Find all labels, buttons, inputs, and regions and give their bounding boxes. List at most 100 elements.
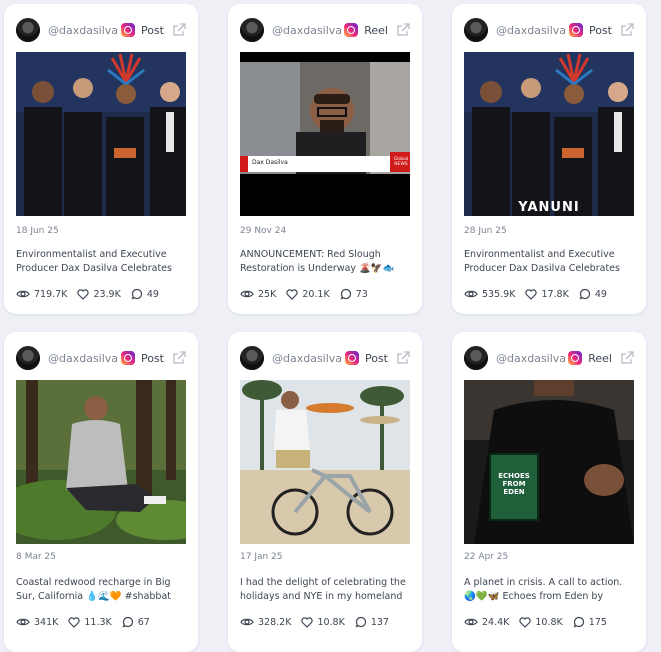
post-image[interactable] — [240, 380, 410, 544]
likes-stat: 10.8K — [519, 616, 563, 628]
card-header: @daxdasilva Reel — [464, 344, 634, 372]
post-date: 17 Jan 25 — [240, 552, 283, 562]
instagram-icon — [344, 23, 359, 37]
external-link-icon[interactable] — [172, 23, 186, 37]
views-count: 328.2K — [258, 616, 292, 628]
views-count: 535.9K — [482, 288, 516, 300]
image-title-overlay: YANUNI — [518, 200, 580, 215]
heart-icon — [301, 616, 314, 628]
external-link-icon[interactable] — [172, 351, 186, 365]
post-type-label: Post — [140, 351, 164, 365]
post-image[interactable] — [16, 380, 186, 544]
post-caption: Environmentalist and Executive Producer … — [16, 249, 172, 274]
card-header: @daxdasilva Post — [240, 344, 410, 372]
post-card[interactable]: @daxdasilva Post — [452, 4, 646, 314]
post-image[interactable] — [16, 52, 186, 216]
heart-icon — [525, 288, 538, 300]
avatar[interactable] — [240, 346, 264, 370]
eye-icon — [240, 618, 254, 626]
account-handle[interactable]: @daxdasilva — [496, 24, 569, 37]
comments-stat: 175 — [573, 616, 607, 628]
post-image[interactable]: YANUNI — [464, 52, 634, 216]
card-header: @daxdasilva Post — [16, 16, 186, 44]
comments-count: 67 — [137, 616, 150, 628]
comments-stat: 49 — [131, 288, 159, 300]
post-stats: 24.4K 10.8K 175 — [464, 616, 617, 628]
post-stats: 719.7K 23.9K 49 — [16, 288, 169, 300]
heart-icon — [77, 288, 90, 300]
card-header: @daxdasilva Post — [16, 344, 186, 372]
news-brand: Global NEWS — [393, 157, 409, 167]
post-caption: I had the delight of celebrating the hol… — [240, 577, 406, 602]
external-link-icon[interactable] — [620, 351, 634, 365]
post-stats: 25K 20.1K 73 — [240, 288, 378, 300]
instagram-icon — [568, 351, 583, 365]
instagram-icon — [568, 23, 583, 37]
external-link-icon[interactable] — [396, 351, 410, 365]
comments-count: 175 — [588, 616, 607, 628]
views-count: 719.7K — [34, 288, 68, 300]
post-caption: ANNOUNCEMENT: Red Slough Restoration is … — [240, 249, 395, 274]
comments-count: 49 — [146, 288, 159, 300]
likes-stat: 17.8K — [525, 288, 569, 300]
comments-stat: 137 — [355, 616, 389, 628]
comment-icon — [579, 288, 590, 300]
account-handle[interactable]: @daxdasilva — [48, 24, 121, 37]
account-handle[interactable]: @daxdasilva — [496, 352, 568, 365]
post-caption: Coastal redwood recharge in Big Sur, Cal… — [16, 577, 171, 602]
likes-stat: 11.3K — [68, 616, 112, 628]
comments-count: 49 — [594, 288, 607, 300]
post-card[interactable]: @daxdasilva Post 17 Jan 25 I had the del… — [228, 332, 422, 652]
heart-icon — [286, 288, 298, 300]
comment-icon — [131, 288, 142, 300]
account-handle[interactable]: @daxdasilva — [272, 352, 345, 365]
post-video[interactable]: ECHOES FROM EDEN — [464, 380, 634, 544]
avatar[interactable] — [240, 18, 264, 42]
post-date: 22 Apr 25 — [464, 552, 509, 562]
avatar[interactable] — [464, 346, 488, 370]
likes-count: 11.3K — [84, 616, 112, 628]
post-card[interactable]: @daxdasilva Reel Dax Dasilva Global NEWS… — [228, 4, 422, 314]
likes-stat: 23.9K — [77, 288, 121, 300]
account-handle[interactable]: @daxdasilva — [48, 352, 121, 365]
post-video[interactable]: Dax Dasilva Global NEWS — [240, 52, 410, 216]
views-count: 25K — [258, 288, 277, 300]
post-stats: 341K 11.3K 67 — [16, 616, 160, 628]
eye-icon — [16, 618, 30, 626]
comments-count: 73 — [355, 288, 368, 300]
eye-icon — [240, 290, 254, 298]
instagram-icon — [344, 351, 359, 365]
heart-icon — [519, 616, 532, 628]
views-stat: 328.2K — [240, 617, 291, 628]
post-type-label: Reel — [364, 23, 388, 37]
views-stat: 535.9K — [464, 289, 515, 300]
comment-icon — [355, 616, 366, 628]
avatar[interactable] — [16, 346, 40, 370]
account-handle[interactable]: @daxdasilva — [272, 24, 344, 37]
avatar[interactable] — [464, 18, 488, 42]
post-caption: A planet in crisis. A call to action. 🌏💚… — [464, 577, 623, 602]
comment-icon — [573, 616, 584, 628]
external-link-icon[interactable] — [396, 23, 410, 37]
post-stats: 328.2K 10.8K 137 — [240, 616, 399, 628]
book-cover-title: ECHOES FROM EDEN — [498, 472, 530, 496]
post-card[interactable]: @daxdasilva Reel ECHOES FROM EDEN 22 Apr… — [452, 332, 646, 652]
post-caption: Environmentalist and Executive Producer … — [464, 249, 620, 274]
views-count: 341K — [34, 616, 59, 628]
avatar[interactable] — [16, 18, 40, 42]
post-date: 8 Mar 25 — [16, 552, 56, 562]
post-date: 28 Jun 25 — [464, 226, 507, 236]
eye-icon — [464, 290, 478, 298]
eye-icon — [16, 290, 30, 298]
views-stat: 25K — [240, 289, 276, 300]
post-type-label: Post — [364, 351, 388, 365]
likes-count: 23.9K — [93, 288, 121, 300]
external-link-icon[interactable] — [620, 23, 634, 37]
instagram-icon — [120, 23, 135, 37]
views-stat: 719.7K — [16, 289, 67, 300]
post-stats: 535.9K 17.8K 49 — [464, 288, 617, 300]
post-date: 18 Jun 25 — [16, 226, 59, 236]
post-card[interactable]: @daxdasilva Post — [4, 4, 198, 314]
instagram-icon — [120, 351, 135, 365]
post-card[interactable]: @daxdasilva Post 8 Mar 25 Coastal redwoo… — [4, 332, 198, 652]
